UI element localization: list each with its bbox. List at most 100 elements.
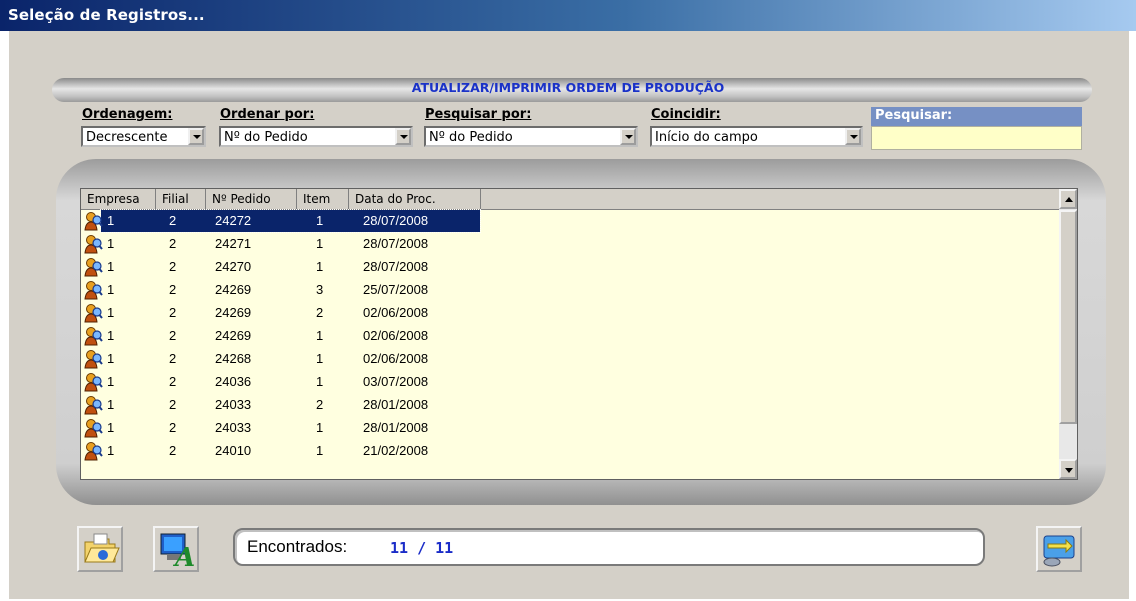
grid-cell-empresa: 1 [107, 443, 115, 458]
open-button[interactable] [77, 526, 123, 572]
grid-cell-data: 02/06/2008 [363, 328, 429, 343]
grid-cell-pedido: 24269 [215, 282, 252, 297]
column-filial[interactable]: Filial [156, 189, 206, 210]
search-input[interactable] [871, 126, 1082, 150]
pesquisar-label-box: Pesquisar: [871, 107, 1082, 126]
ordenagem-label: Ordenagem: [82, 107, 173, 122]
grid-cell-filial: 2 [169, 443, 177, 458]
coincidir-label: Coincidir: [651, 107, 721, 122]
table-row[interactable]: 1 2 24269 3 25/07/2008 [81, 279, 1061, 302]
chevron-down-icon[interactable] [395, 128, 411, 145]
exchange-button[interactable] [1036, 526, 1082, 572]
grid-cell-pedido: 24271 [215, 236, 252, 251]
person-search-icon [84, 327, 103, 346]
grid-cell-filial: 2 [169, 259, 177, 274]
grid-cell-data: 28/07/2008 [363, 213, 429, 228]
grid-cell-filial: 2 [169, 213, 177, 228]
grid-cell-empresa: 1 [107, 236, 115, 251]
grid-cell-item: 1 [316, 374, 324, 389]
svg-text:A: A [172, 543, 195, 570]
grid-cell-pedido: 24033 [215, 397, 252, 412]
table-row[interactable]: 1 2 24269 1 02/06/2008 [81, 325, 1061, 348]
grid-cell-pedido: 24272 [215, 213, 252, 228]
pesquisar-por-label: Pesquisar por: [425, 107, 532, 122]
grid-cell-data: 25/07/2008 [363, 282, 429, 297]
grid-cell-item: 1 [316, 259, 324, 274]
grid-cell-filial: 2 [169, 282, 177, 297]
ordenar-por-select[interactable]: Nº do Pedido [219, 126, 413, 147]
person-search-icon [84, 442, 103, 461]
table-row[interactable]: 1 2 24272 1 28/07/2008 [81, 209, 1061, 233]
grid-cell-data: 28/01/2008 [363, 397, 429, 412]
title-bar[interactable]: Seleção de Registros... [0, 0, 1136, 31]
found-status: Encontrados: 11 / 11 [233, 528, 985, 566]
grid-cell-data: 28/07/2008 [363, 259, 429, 274]
grid-cell-item: 1 [316, 443, 324, 458]
scroll-up-button[interactable] [1059, 189, 1077, 209]
table-row[interactable]: 1 2 24033 2 28/01/2008 [81, 394, 1061, 417]
chevron-down-icon[interactable] [845, 128, 861, 145]
ordenagem-value: Decrescente [86, 130, 168, 145]
table-row[interactable]: 1 2 24010 1 21/02/2008 [81, 440, 1061, 463]
column-filler [481, 189, 1061, 210]
ordenagem-select[interactable]: Decrescente [81, 126, 206, 147]
print-format-button[interactable]: A [153, 526, 199, 572]
grid-cell-item: 2 [316, 397, 324, 412]
scroll-down-button[interactable] [1059, 459, 1077, 479]
grid-cell-item: 2 [316, 305, 324, 320]
chevron-down-icon[interactable] [188, 128, 204, 145]
person-search-icon [84, 235, 103, 254]
person-search-icon [84, 373, 103, 392]
grid-cell-pedido: 24036 [215, 374, 252, 389]
grid-cell-filial: 2 [169, 236, 177, 251]
records-grid[interactable]: Empresa Filial Nº Pedido Item Data do Pr… [80, 188, 1078, 480]
column-data[interactable]: Data do Proc. [349, 189, 481, 210]
grid-cell-data: 02/06/2008 [363, 305, 429, 320]
grid-cell-pedido: 24268 [215, 351, 252, 366]
grid-cell-filial: 2 [169, 351, 177, 366]
ordenar-por-label: Ordenar por: [220, 107, 315, 122]
table-row[interactable]: 1 2 24271 1 28/07/2008 [81, 233, 1061, 256]
column-empresa[interactable]: Empresa [81, 189, 156, 210]
grid-cell-empresa: 1 [107, 328, 115, 343]
window-title: Seleção de Registros... [8, 6, 205, 24]
grid-cell-pedido: 24269 [215, 305, 252, 320]
person-search-icon [84, 396, 103, 415]
pesquisar-label: Pesquisar: [875, 108, 953, 123]
table-row[interactable]: 1 2 24033 1 28/01/2008 [81, 417, 1061, 440]
coincidir-select[interactable]: Início do campo [650, 126, 863, 147]
grid-cell-filial: 2 [169, 420, 177, 435]
column-item[interactable]: Item [297, 189, 349, 210]
grid-cell-pedido: 24010 [215, 443, 252, 458]
found-count: 11 / 11 [390, 539, 454, 557]
table-row[interactable]: 1 2 24270 1 28/07/2008 [81, 256, 1061, 279]
table-row[interactable]: 1 2 24269 2 02/06/2008 [81, 302, 1061, 325]
vertical-scrollbar[interactable] [1059, 189, 1077, 479]
grid-cell-empresa: 1 [107, 305, 115, 320]
person-search-icon [84, 258, 103, 277]
found-label: Encontrados: [247, 537, 348, 556]
chevron-down-icon[interactable] [620, 128, 636, 145]
grid-cell-empresa: 1 [107, 259, 115, 274]
column-pedido[interactable]: Nº Pedido [206, 189, 297, 210]
grid-cell-filial: 2 [169, 328, 177, 343]
pesquisar-por-select[interactable]: Nº do Pedido [424, 126, 638, 147]
grid-cell-empresa: 1 [107, 397, 115, 412]
grid-cell-data: 28/01/2008 [363, 420, 429, 435]
grid-cell-data: 03/07/2008 [363, 374, 429, 389]
grid-cell-pedido: 24033 [215, 420, 252, 435]
table-row[interactable]: 1 2 24268 1 02/06/2008 [81, 348, 1061, 371]
table-row[interactable]: 1 2 24036 1 03/07/2008 [81, 371, 1061, 394]
grid-cell-filial: 2 [169, 305, 177, 320]
scroll-thumb[interactable] [1059, 210, 1077, 424]
open-folder-icon [84, 533, 120, 563]
grid-cell-item: 3 [316, 282, 324, 297]
grid-cell-empresa: 1 [107, 282, 115, 297]
ordenar-por-value: Nº do Pedido [224, 130, 308, 145]
exchange-icon [1043, 535, 1075, 567]
grid-cell-empresa: 1 [107, 374, 115, 389]
grid-cell-item: 1 [316, 213, 324, 228]
grid-cell-item: 1 [316, 420, 324, 435]
grid-cell-pedido: 24270 [215, 259, 252, 274]
pesquisar-por-value: Nº do Pedido [429, 130, 513, 145]
